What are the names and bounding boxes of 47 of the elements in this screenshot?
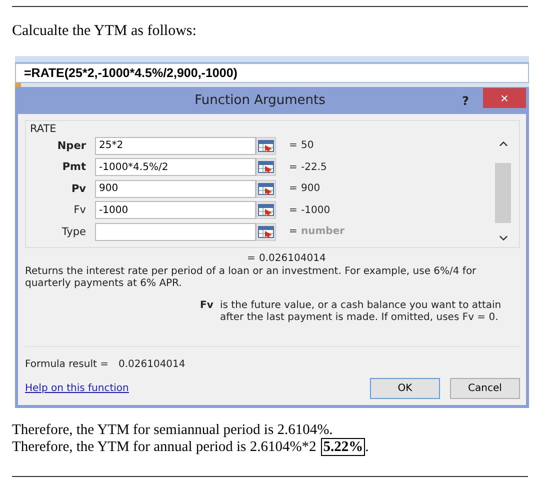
- overall-result: 0.026104014: [259, 252, 326, 264]
- equals-sign: =: [289, 140, 298, 152]
- function-description: Returns the interest rate per period of a loan or an investment. For example, use 6%/4 for quarterly payments at 6% APR.: [25, 266, 478, 290]
- equals-sign: =: [247, 252, 256, 264]
- help-link[interactable]: Help on this function: [25, 382, 129, 394]
- period-text: .: [365, 438, 369, 454]
- argument-result: number: [301, 226, 345, 238]
- argument-label: Pv: [70, 182, 87, 195]
- argument-field[interactable]: -1000: [95, 201, 256, 220]
- argument-field[interactable]: -1000*4.5%/2: [95, 158, 256, 176]
- range-select-icon[interactable]: [256, 136, 276, 155]
- argument-description: is the future value, or a cash balance you want to attain after the last payment is made. If omitted, uses Fv = 0.: [220, 300, 502, 324]
- range-select-icon[interactable]: [256, 201, 276, 220]
- argument-name: Fv: [200, 300, 214, 312]
- conclusion-text: Therefore, the YTM for annual period is 2.6104%*2: [12, 438, 316, 454]
- boxed-answer: 5.22%: [321, 438, 366, 456]
- conclusion-text: Therefore, the YTM for semiannual period is 2.6104%.: [12, 422, 333, 438]
- formula-result-label: Formula result =: [25, 358, 108, 370]
- intro-text: Calcualte the YTM as follows:: [12, 23, 198, 40]
- equals-sign: =: [289, 162, 298, 173]
- argument-label: Nper: [56, 140, 87, 152]
- ok-button[interactable]: OK: [370, 378, 440, 398]
- argument-field[interactable]: 900: [95, 180, 256, 198]
- range-select-icon[interactable]: [256, 158, 276, 176]
- scroll-up-icon[interactable]: [498, 141, 508, 147]
- argument-label: Type: [60, 226, 87, 238]
- formula-bar[interactable]: =RATE(25*2,-1000*4.5%/2,900,-1000): [15, 63, 529, 83]
- argument-result: -22.5: [301, 162, 327, 173]
- argument-result: -1000: [301, 204, 330, 216]
- argument-result: 900: [301, 183, 320, 194]
- equals-sign: =: [289, 183, 298, 194]
- range-select-icon[interactable]: [256, 222, 276, 241]
- argument-label: Fv: [72, 204, 87, 216]
- argument-field[interactable]: [95, 222, 256, 241]
- function-name: RATE: [30, 123, 56, 135]
- cancel-button[interactable]: Cancel: [450, 378, 520, 398]
- equals-sign: =: [289, 204, 298, 216]
- scroll-down-icon[interactable]: [498, 234, 508, 240]
- close-button[interactable]: ×: [483, 88, 526, 108]
- equals-sign: =: [289, 226, 298, 238]
- argument-label: Pmt: [61, 161, 87, 174]
- formula-result: 0.026104014: [118, 358, 186, 370]
- help-button[interactable]: ?: [462, 94, 469, 108]
- range-select-icon[interactable]: [256, 180, 276, 198]
- argument-result: 50: [301, 140, 314, 152]
- argument-field[interactable]: 25*2: [95, 136, 256, 155]
- dialog-title: Function Arguments: [194, 93, 326, 108]
